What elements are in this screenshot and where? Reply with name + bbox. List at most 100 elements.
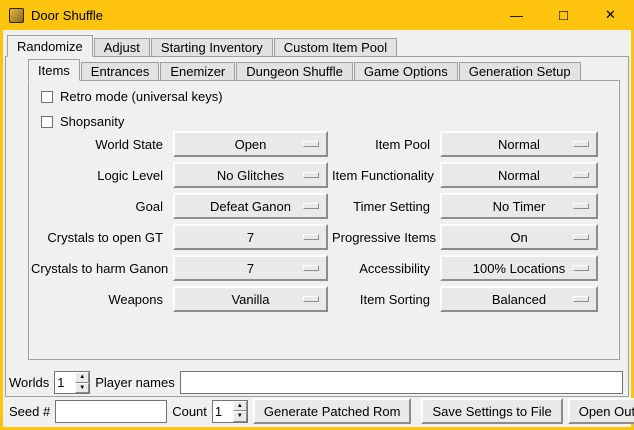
player-names-label: Player names: [95, 375, 174, 390]
item-functionality-label: Item Functionality: [332, 168, 436, 183]
retro-mode-checkbox[interactable]: Retro mode (universal keys): [41, 89, 223, 104]
worlds-input[interactable]: [55, 372, 75, 393]
main-tab-bar: Randomize Adjust Starting Inventory Cust…: [7, 35, 398, 57]
weapons-value: Vanilla: [231, 292, 269, 307]
logic-level-label: Logic Level: [31, 168, 169, 183]
tab-enemizer[interactable]: Enemizer: [160, 62, 235, 81]
goal-dropdown[interactable]: Defeat Ganon: [173, 193, 328, 219]
minimize-icon: —: [510, 8, 523, 23]
world-state-label: World State: [31, 137, 169, 152]
checkbox-icon: [41, 91, 53, 103]
count-spinbox: ▲ ▼: [212, 400, 248, 423]
accessibility-dropdown[interactable]: 100% Locations: [440, 255, 598, 281]
accessibility-value: 100% Locations: [473, 261, 566, 276]
window-controls: — □ ✕: [493, 0, 634, 30]
tab-entrances[interactable]: Entrances: [81, 62, 160, 81]
crystals-open-gt-value: 7: [247, 230, 254, 245]
maximize-button[interactable]: □: [540, 0, 587, 30]
goal-label: Goal: [31, 199, 169, 214]
dropdown-indicator-icon: [303, 296, 319, 302]
item-sorting-dropdown[interactable]: Balanced: [440, 286, 598, 312]
retro-mode-label: Retro mode (universal keys): [60, 89, 223, 104]
dropdown-indicator-icon: [573, 172, 589, 178]
item-sorting-label: Item Sorting: [332, 292, 436, 307]
world-state-value: Open: [235, 137, 267, 152]
close-button[interactable]: ✕: [587, 0, 634, 30]
open-output-directory-button[interactable]: Open Output Directory: [568, 398, 634, 424]
worlds-spinbox: ▲ ▼: [54, 371, 90, 394]
count-spin-down-button[interactable]: ▼: [233, 411, 247, 422]
close-icon: ✕: [605, 7, 616, 23]
logic-level-value: No Glitches: [217, 168, 284, 183]
dropdown-indicator-icon: [303, 141, 319, 147]
dropdown-indicator-icon: [573, 234, 589, 240]
spin-arrows: ▲ ▼: [233, 401, 247, 422]
generate-patched-rom-button[interactable]: Generate Patched Rom: [253, 398, 412, 424]
weapons-dropdown[interactable]: Vanilla: [173, 286, 328, 312]
shopsanity-checkbox[interactable]: Shopsanity: [41, 114, 124, 129]
worlds-spin-down-button[interactable]: ▼: [75, 383, 89, 394]
tab-items[interactable]: Items: [28, 59, 80, 81]
tab-starting-inventory[interactable]: Starting Inventory: [151, 38, 273, 57]
goal-value: Defeat Ganon: [210, 199, 291, 214]
item-functionality-value: Normal: [498, 168, 540, 183]
chevron-down-icon: ▼: [79, 385, 85, 391]
window-title: Door Shuffle: [31, 8, 103, 23]
crystals-open-gt-dropdown[interactable]: 7: [173, 224, 328, 250]
crystals-harm-ganon-dropdown[interactable]: 7: [173, 255, 328, 281]
count-spin-up-button[interactable]: ▲: [233, 401, 247, 412]
logic-level-dropdown[interactable]: No Glitches: [173, 162, 328, 188]
window-content: Randomize Adjust Starting Inventory Cust…: [3, 30, 631, 427]
item-functionality-dropdown[interactable]: Normal: [440, 162, 598, 188]
worlds-row: Worlds ▲ ▼ Player names: [9, 371, 623, 394]
items-panel: Retro mode (universal keys) Shopsanity W…: [28, 80, 620, 360]
accessibility-label: Accessibility: [332, 261, 436, 276]
titlebar: Door Shuffle — □ ✕: [0, 0, 634, 30]
maximize-icon: □: [559, 7, 568, 24]
minimize-button[interactable]: —: [493, 0, 540, 30]
tab-dungeon-shuffle[interactable]: Dungeon Shuffle: [236, 62, 353, 81]
app-icon: [9, 8, 24, 23]
dropdown-indicator-icon: [303, 265, 319, 271]
tab-game-options[interactable]: Game Options: [354, 62, 458, 81]
player-names-input[interactable]: [180, 371, 623, 394]
tab-randomize[interactable]: Randomize: [7, 35, 93, 57]
tab-generation-setup[interactable]: Generation Setup: [459, 62, 581, 81]
checkbox-icon: [41, 116, 53, 128]
item-pool-label: Item Pool: [332, 137, 436, 152]
timer-setting-dropdown[interactable]: No Timer: [440, 193, 598, 219]
seed-row: Seed # Count ▲ ▼ Generate Patched Rom Sa…: [9, 398, 623, 424]
crystals-harm-ganon-value: 7: [247, 261, 254, 276]
count-input[interactable]: [213, 401, 233, 422]
save-settings-button[interactable]: Save Settings to File: [421, 398, 562, 424]
count-label: Count: [172, 404, 207, 419]
worlds-label: Worlds: [9, 375, 49, 390]
progressive-items-dropdown[interactable]: On: [440, 224, 598, 250]
dropdown-indicator-icon: [573, 203, 589, 209]
weapons-label: Weapons: [31, 292, 169, 307]
shopsanity-label: Shopsanity: [60, 114, 124, 129]
dropdown-indicator-icon: [303, 203, 319, 209]
crystals-open-gt-label: Crystals to open GT: [31, 230, 169, 245]
timer-setting-label: Timer Setting: [332, 199, 436, 214]
tab-adjust[interactable]: Adjust: [94, 38, 150, 57]
progressive-items-value: On: [510, 230, 527, 245]
worlds-spin-up-button[interactable]: ▲: [75, 372, 89, 383]
door-shuffle-window: Door Shuffle — □ ✕ Randomize Adjust Star…: [0, 0, 634, 430]
item-pool-value: Normal: [498, 137, 540, 152]
seed-input[interactable]: [55, 400, 167, 423]
chevron-down-icon: ▼: [237, 413, 243, 419]
dropdown-indicator-icon: [573, 296, 589, 302]
progressive-items-label: Progressive Items: [332, 230, 436, 245]
crystals-harm-ganon-label: Crystals to harm Ganon: [31, 261, 169, 276]
dropdown-indicator-icon: [303, 172, 319, 178]
item-pool-dropdown[interactable]: Normal: [440, 131, 598, 157]
options-grid: World State Open Item Pool Normal Logic …: [31, 131, 598, 312]
timer-setting-value: No Timer: [493, 199, 546, 214]
world-state-dropdown[interactable]: Open: [173, 131, 328, 157]
chevron-up-icon: ▲: [237, 403, 243, 409]
inner-tab-bar: Items Entrances Enemizer Dungeon Shuffle…: [28, 59, 582, 81]
seed-label: Seed #: [9, 404, 50, 419]
tab-custom-item-pool[interactable]: Custom Item Pool: [274, 38, 397, 57]
dropdown-indicator-icon: [303, 234, 319, 240]
